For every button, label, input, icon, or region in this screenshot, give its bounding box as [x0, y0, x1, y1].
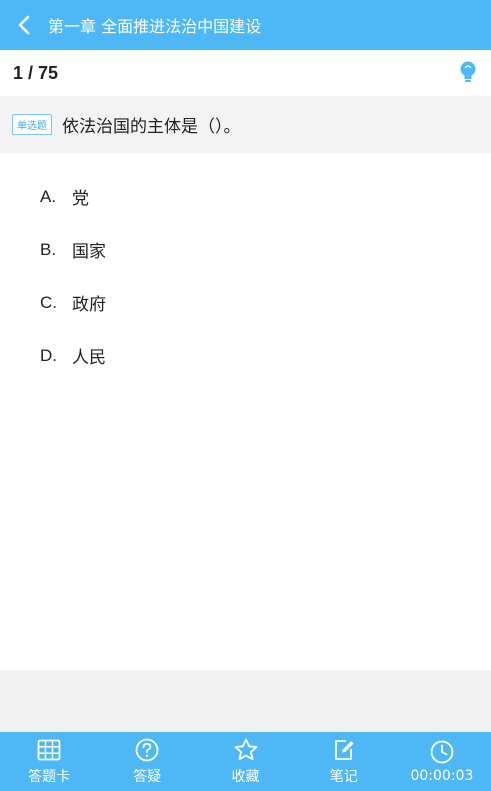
timer-display: 00:00:03	[410, 768, 474, 784]
option-letter: A.	[40, 186, 57, 206]
option-text: 国家	[72, 242, 106, 262]
tab-answer-card[interactable]: 答题卡	[0, 732, 98, 791]
footer-spacer	[0, 670, 491, 732]
tab-label: 收藏	[231, 769, 260, 785]
grid-icon	[37, 739, 61, 761]
question-block: 单选题 依法治国的主体是（）。	[0, 96, 491, 153]
top-bar: 第一章 全面推进法治中国建设	[0, 0, 491, 50]
question-text: 依法治国的主体是（）。	[62, 117, 241, 137]
option-text: 人民	[72, 348, 106, 368]
option-letter: B.	[40, 239, 57, 259]
option-b[interactable]: B. 国家	[0, 223, 491, 276]
option-text: 党	[72, 189, 89, 209]
chapter-title: 第一章 全面推进法治中国建设	[48, 17, 262, 36]
exam-question-screen: 第一章 全面推进法治中国建设 1 / 75 单选题 依法治国的主体是（）。 A.…	[0, 0, 491, 791]
bottom-tab-bar: 答题卡 答疑 收藏 笔记 00:00:03	[0, 732, 491, 791]
chevron-left-icon	[18, 15, 30, 35]
tab-timer[interactable]: 00:00:03	[393, 732, 491, 791]
tab-label: 答疑	[133, 769, 162, 785]
star-icon	[234, 738, 257, 761]
option-text: 政府	[72, 295, 106, 315]
option-c[interactable]: C. 政府	[0, 276, 491, 329]
clock-icon	[430, 740, 454, 764]
back-button[interactable]	[0, 0, 48, 50]
tab-notes[interactable]: 笔记	[295, 732, 393, 791]
tab-label: 笔记	[329, 769, 358, 785]
tab-qa[interactable]: 答疑	[98, 732, 196, 791]
answer-options: A. 党 B. 国家 C. 政府 D. 人民	[0, 170, 491, 382]
option-letter: D.	[40, 345, 57, 365]
option-a[interactable]: A. 党	[0, 170, 491, 223]
lightbulb-icon[interactable]	[457, 60, 479, 86]
question-type-badge: 单选题	[12, 114, 52, 135]
question-counter: 1 / 75	[13, 62, 59, 83]
tab-label: 答题卡	[28, 769, 71, 785]
question-circle-icon	[135, 738, 159, 762]
progress-row: 1 / 75	[0, 50, 491, 96]
option-letter: C.	[40, 292, 57, 312]
tab-favorite[interactable]: 收藏	[196, 732, 294, 791]
option-d[interactable]: D. 人民	[0, 329, 491, 382]
edit-icon	[334, 740, 354, 760]
